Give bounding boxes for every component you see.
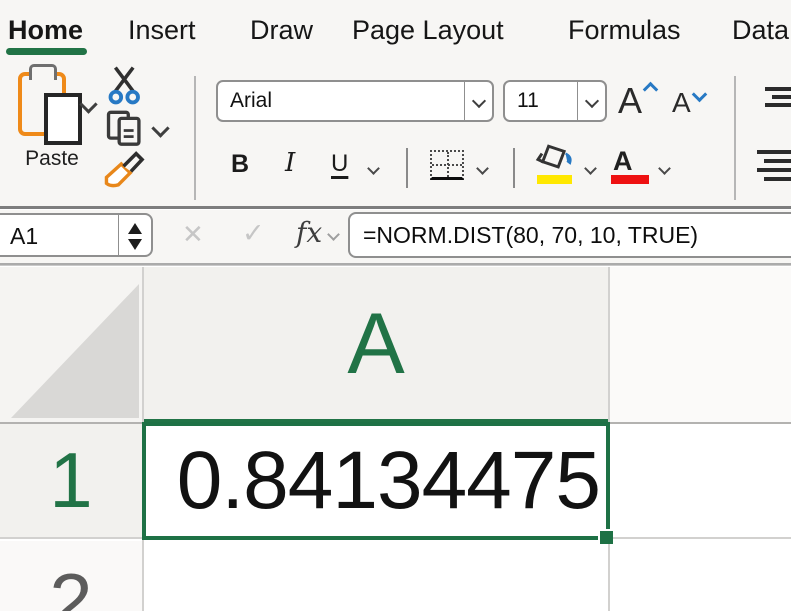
chevron-down-icon[interactable] xyxy=(584,162,597,175)
ribbon-divider xyxy=(406,148,408,188)
copy-icon[interactable] xyxy=(106,110,146,148)
font-size-value: 11 xyxy=(505,89,539,113)
ribbon-divider xyxy=(734,76,736,200)
bold-button[interactable]: B xyxy=(231,150,249,179)
caret-up-icon xyxy=(643,82,659,98)
selection-border xyxy=(142,422,610,540)
font-name-select[interactable]: Arial xyxy=(216,80,494,122)
name-box[interactable]: A1 xyxy=(0,213,153,257)
chevron-down-icon xyxy=(471,94,485,108)
format-painter-icon[interactable] xyxy=(102,146,148,188)
increase-font-size-label: A xyxy=(618,80,642,122)
decrease-font-size-label: A xyxy=(672,87,691,119)
italic-button[interactable]: I xyxy=(285,148,295,178)
name-box-spinner-down-icon[interactable] xyxy=(128,239,142,250)
ribbon-divider xyxy=(513,148,515,188)
underline-button[interactable]: U xyxy=(331,150,348,178)
borders-inner-horizontal xyxy=(432,164,462,166)
chevron-down-icon[interactable] xyxy=(367,162,380,175)
enter-icon[interactable]: ✓ xyxy=(242,218,265,249)
cancel-icon[interactable]: ✕ xyxy=(182,219,204,250)
name-box-value: A1 xyxy=(10,223,38,250)
font-color-swatch xyxy=(611,175,649,184)
align-middle-icon xyxy=(765,87,791,91)
font-color-label: A xyxy=(613,146,633,177)
insert-function-icon[interactable]: fx xyxy=(296,216,322,249)
worksheet-grid: A 1 2 0.84134475 xyxy=(0,265,791,611)
fill-color-bucket-icon xyxy=(535,144,577,175)
row-header-1[interactable]: 1 xyxy=(0,424,142,537)
select-all-triangle-icon xyxy=(11,284,139,418)
clipboard-clip-icon xyxy=(29,64,57,80)
tab-formulas[interactable]: Formulas xyxy=(568,0,681,60)
font-name-value: Arial xyxy=(218,89,272,113)
font-name-dropdown[interactable] xyxy=(464,82,492,120)
increase-font-size-button[interactable]: A xyxy=(618,80,656,122)
caret-down-icon xyxy=(691,87,707,103)
borders-button[interactable] xyxy=(430,150,464,180)
tab-insert[interactable]: Insert xyxy=(128,0,196,60)
formula-input[interactable]: =NORM.DIST(80, 70, 10, TRUE) xyxy=(348,212,791,258)
align-left-icon xyxy=(757,168,791,172)
fill-color-swatch xyxy=(537,175,572,184)
home-ribbon: Paste Arial 11 xyxy=(0,60,791,209)
tab-data[interactable]: Data xyxy=(732,0,789,60)
align-middle-icon xyxy=(765,103,791,107)
excel-window: Home Insert Draw Page Layout Formulas Da… xyxy=(0,0,791,611)
column-header-b[interactable] xyxy=(610,267,791,422)
formula-text: =NORM.DIST(80, 70, 10, TRUE) xyxy=(350,222,698,249)
font-size-select[interactable]: 11 xyxy=(503,80,607,122)
align-left-icon xyxy=(757,150,791,154)
tab-page-layout[interactable]: Page Layout xyxy=(352,0,504,60)
fill-handle[interactable] xyxy=(600,531,613,544)
font-size-dropdown[interactable] xyxy=(577,82,605,120)
name-box-divider xyxy=(118,215,119,255)
select-all-button[interactable] xyxy=(0,267,142,422)
tab-home[interactable]: Home xyxy=(8,0,83,60)
chevron-down-icon[interactable] xyxy=(79,95,97,113)
chevron-down-icon[interactable] xyxy=(658,162,671,175)
align-middle-icon xyxy=(772,95,791,99)
align-left-icon xyxy=(764,159,791,163)
paste-label: Paste xyxy=(6,147,98,171)
chevron-down-icon[interactable] xyxy=(476,162,489,175)
chevron-down-icon[interactable] xyxy=(151,119,169,137)
column-header-a[interactable]: A xyxy=(144,267,608,422)
name-box-spinner-up-icon[interactable] xyxy=(128,223,142,234)
align-left-icon xyxy=(764,177,791,181)
clipboard-page-icon xyxy=(44,93,82,145)
decrease-font-size-button[interactable]: A xyxy=(672,87,705,119)
chevron-down-icon xyxy=(584,94,598,108)
cut-icon[interactable] xyxy=(108,66,142,106)
ribbon-tab-bar: Home Insert Draw Page Layout Formulas Da… xyxy=(0,0,791,60)
tab-draw[interactable]: Draw xyxy=(250,0,313,60)
row-header-2[interactable]: 2 xyxy=(0,541,142,611)
ribbon-divider xyxy=(194,76,196,200)
formula-bar-row: A1 ✕ ✓ fx =NORM.DIST(80, 70, 10, TRUE) xyxy=(0,210,791,265)
chevron-down-icon[interactable] xyxy=(327,228,340,241)
